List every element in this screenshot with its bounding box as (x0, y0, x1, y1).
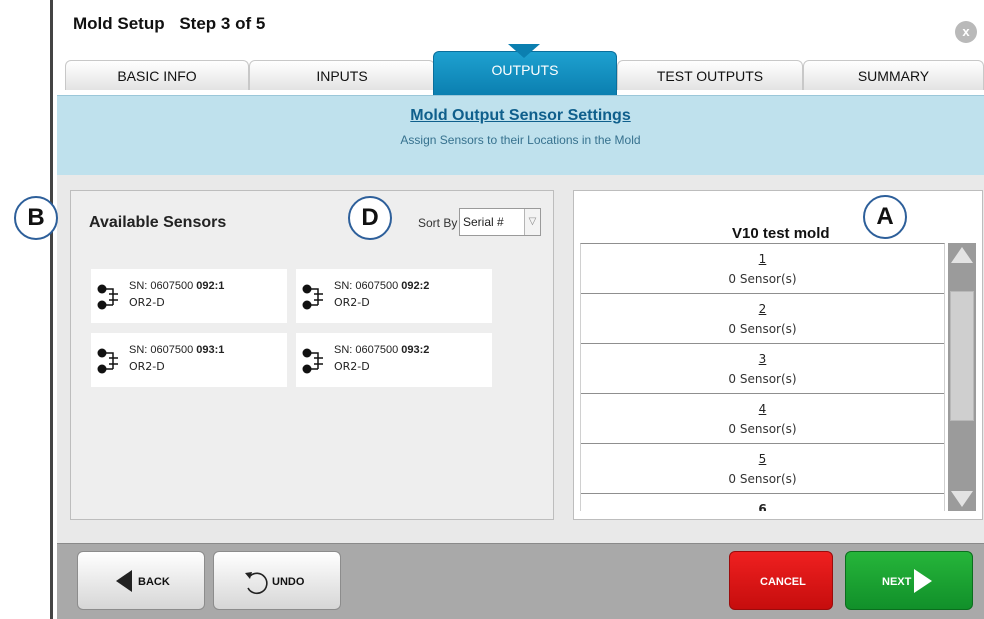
location-sensor-count: 0 Sensor(s) (728, 472, 797, 486)
sensor-serial: SN: 0607500 093:1 (129, 344, 225, 356)
sensor-card[interactable]: SN: 0607500 092:1 OR2-D (91, 269, 287, 323)
location-row[interactable]: 2 0 Sensor(s) (581, 294, 944, 344)
callout-d: D (348, 196, 392, 240)
sensor-icon (302, 284, 323, 310)
title-text: Mold Setup (73, 14, 165, 33)
location-row[interactable]: 5 0 Sensor(s) (581, 444, 944, 494)
location-number[interactable]: 3 (581, 352, 944, 366)
next-button[interactable]: NEXT (845, 551, 973, 610)
sensor-card[interactable]: SN: 0607500 092:2 OR2-D (296, 269, 492, 323)
location-number[interactable]: 6 (581, 502, 944, 511)
sort-by-label: Sort By (418, 216, 458, 230)
sensor-icon (97, 284, 118, 310)
location-number[interactable]: 4 (581, 402, 944, 416)
location-row[interactable]: 3 0 Sensor(s) (581, 344, 944, 394)
next-label: NEXT (882, 576, 912, 588)
sensor-serial: SN: 0607500 092:1 (129, 280, 225, 292)
scroll-down-icon[interactable] (951, 491, 973, 507)
cancel-label: CANCEL (760, 576, 806, 588)
sensor-type: OR2-D (129, 296, 165, 309)
mold-name: V10 test mold (732, 225, 830, 242)
tab-test-outputs[interactable]: TEST OUTPUTS (617, 60, 803, 90)
sensor-type: OR2-D (334, 296, 370, 309)
step-indicator: Step 3 of 5 (179, 14, 266, 33)
sensor-icon (97, 348, 118, 374)
tab-summary[interactable]: SUMMARY (803, 60, 984, 90)
tab-inputs[interactable]: INPUTS (249, 60, 435, 90)
window-title: Mold Setup Step 3 of 5 (73, 14, 275, 34)
sensor-type: OR2-D (129, 360, 165, 373)
chevron-down-icon[interactable]: ▽ (524, 209, 540, 235)
cancel-button[interactable]: CANCEL (729, 551, 833, 610)
location-row[interactable]: 1 0 Sensor(s) (581, 244, 944, 294)
sensor-card[interactable]: SN: 0607500 093:1 OR2-D (91, 333, 287, 387)
sensor-serial: SN: 0607500 092:2 (334, 280, 430, 292)
back-label: BACK (138, 576, 170, 588)
close-icon[interactable]: x (955, 21, 977, 43)
sort-by-select[interactable]: Serial # ▽ (459, 208, 541, 236)
available-sensors-title: Available Sensors (89, 214, 227, 231)
banner-title[interactable]: Mold Output Sensor Settings (57, 107, 984, 125)
arrow-right-icon (914, 569, 932, 593)
tab-basic-info[interactable]: BASIC INFO (65, 60, 249, 90)
back-button[interactable]: BACK (77, 551, 205, 610)
arrow-left-icon (116, 570, 132, 592)
scroll-up-icon[interactable] (951, 247, 973, 263)
location-row[interactable]: 4 0 Sensor(s) (581, 394, 944, 444)
banner-subtitle: Assign Sensors to their Locations in the… (400, 133, 641, 147)
sensor-type: OR2-D (334, 360, 370, 373)
undo-icon (245, 572, 268, 595)
section-banner: Mold Output Sensor Settings Assign Senso… (57, 95, 984, 175)
location-number[interactable]: 1 (581, 252, 944, 266)
callout-b: B (14, 196, 58, 240)
location-list: 1 0 Sensor(s) 2 0 Sensor(s) 3 0 Sensor(s… (580, 243, 945, 511)
undo-button[interactable]: UNDO (213, 551, 341, 610)
sensor-icon (302, 348, 323, 374)
location-sensor-count: 0 Sensor(s) (728, 272, 797, 286)
undo-label: UNDO (272, 576, 305, 588)
mold-locations-panel: V10 test mold 1 0 Sensor(s) 2 0 Sensor(s… (573, 190, 983, 520)
content-area: Available Sensors Sort By Serial # ▽ SN:… (57, 175, 984, 543)
location-sensor-count: 0 Sensor(s) (728, 372, 797, 386)
footer-bar: BACK UNDO CANCEL NEXT (57, 543, 984, 619)
sensor-serial: SN: 0607500 093:2 (334, 344, 430, 356)
location-number[interactable]: 5 (581, 452, 944, 466)
location-scrollbar[interactable] (948, 243, 976, 511)
sort-by-value: Serial # (463, 215, 504, 229)
callout-a: A (863, 195, 907, 239)
sensor-card[interactable]: SN: 0607500 093:2 OR2-D (296, 333, 492, 387)
mold-setup-window: Mold Setup Step 3 of 5 x BASIC INFO INPU… (53, 0, 984, 619)
location-sensor-count: 0 Sensor(s) (728, 322, 797, 336)
location-row[interactable]: 6 (581, 494, 944, 511)
location-number[interactable]: 2 (581, 302, 944, 316)
scroll-thumb[interactable] (950, 291, 974, 421)
active-tab-pointer (508, 44, 540, 58)
available-sensors-panel: Available Sensors Sort By Serial # ▽ SN:… (70, 190, 554, 520)
location-sensor-count: 0 Sensor(s) (728, 422, 797, 436)
